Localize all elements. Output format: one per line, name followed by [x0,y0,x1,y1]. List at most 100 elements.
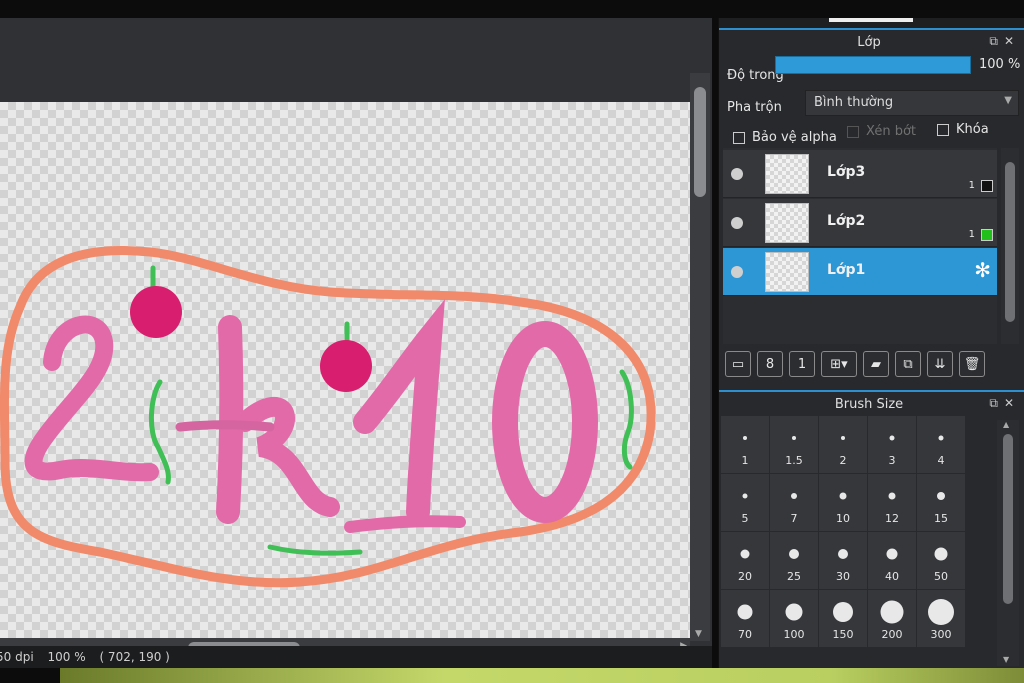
brush-dot-icon [928,599,954,625]
layer-number: 1 [968,229,975,240]
clipping-checkbox[interactable]: Xén bớt [847,124,916,139]
layer-name: Lớp1 [827,262,866,278]
opacity-slider[interactable] [775,56,971,74]
brush-size-label: 1.5 [785,454,803,467]
brush-size-label: 5 [741,512,749,525]
brush-size-1[interactable]: 1 [721,416,769,473]
brush-size-300[interactable]: 300 [917,590,965,647]
brush-size-70[interactable]: 70 [721,590,769,647]
brush-size-25[interactable]: 25 [770,532,818,589]
brush-dot-icon [743,436,747,440]
layer-list-scrollbar[interactable] [1001,148,1019,344]
new-layer-icon[interactable]: ▭ [725,351,751,377]
scroll-down-icon[interactable]: ▼ [695,629,702,639]
protect-alpha-label: Bảo vệ alpha [752,130,837,145]
layer-row-lop2[interactable]: Lớp2 1 [723,199,997,247]
checkbox-box[interactable] [847,125,859,138]
checkbox-box[interactable] [733,131,745,144]
brush-size-label: 25 [787,570,801,583]
brush-size-3[interactable]: 3 [868,416,916,473]
brush-size-label: 30 [836,570,850,583]
lock-checkbox[interactable]: Khóa [937,122,989,137]
brush-dot-icon [937,492,945,500]
gear-icon[interactable]: ✻ [974,258,991,282]
merge-layer-icon[interactable]: ⇊ [927,351,953,377]
folder-icon[interactable]: ▰ [863,351,889,377]
vertical-scroll-thumb[interactable] [694,87,706,197]
brush-dot-icon [841,436,845,440]
protect-alpha-checkbox[interactable]: Bảo vệ alpha [733,130,837,145]
panel-top-tab[interactable] [829,18,913,22]
visibility-icon[interactable] [731,266,743,278]
brush-panel-tools: ⧉ ✕ [983,396,1014,411]
brush-dot-icon [938,435,944,441]
brush-size-grid: 1 1.5 2 3 4 5 7 10 12 15 20 25 30 40 50 70 100 150 200 300 [721,416,967,648]
blend-label: Pha trộn [727,100,782,115]
chevron-down-icon: ▼ [1004,95,1012,106]
brush-size-200[interactable]: 200 [868,590,916,647]
checkbox-box[interactable] [937,123,949,136]
layer-row-lop3[interactable]: Lớp3 1 [723,150,997,198]
layer-toolbar: ▭ 8 1 ⊞▾ ▰ ⧉ ⇊ 🗑 [723,348,1021,380]
brush-dot-icon [785,603,803,621]
brush-size-label: 100 [783,628,805,641]
underline-pink [344,515,466,533]
status-coords: ( 702, 190 ) [99,650,170,664]
new-layer-8bit-icon[interactable]: 8 [757,351,783,377]
detach-icon[interactable]: ⧉ [989,396,998,410]
brush-size-40[interactable]: 40 [868,532,916,589]
scroll-down-icon[interactable]: ▼ [1003,655,1009,664]
detach-icon[interactable]: ⧉ [989,34,998,48]
brush-dot-icon [742,493,748,499]
brush-size-10[interactable]: 10 [819,474,867,531]
brush-size-7[interactable]: 7 [770,474,818,531]
brush-size-label: 4 [937,454,945,467]
brush-size-5[interactable]: 5 [721,474,769,531]
layer-row-lop1[interactable]: Lớp1 ✻ [723,248,997,296]
brush-size-50[interactable]: 50 [917,532,965,589]
right-panel: Lớp ⧉ ✕ Độ trong 100 % Pha trộn Bình thườ… [718,18,1024,668]
add-layer-menu-icon[interactable]: ⊞▾ [821,351,857,377]
brush-size-100[interactable]: 100 [770,590,818,647]
scroll-up-icon[interactable]: ▲ [1003,420,1009,429]
brush-scroll-thumb[interactable] [1003,434,1013,604]
visibility-icon[interactable] [731,168,743,180]
green-underline [267,544,363,556]
brush-dot-icon [737,604,753,620]
brush-dot-icon [791,493,797,499]
digit-1 [353,299,445,524]
brush-size-4[interactable]: 4 [917,416,965,473]
layer-color-swatch [981,229,993,241]
close-icon[interactable]: ✕ [1004,396,1014,410]
brush-panel-scrollbar[interactable]: ▲ ▼ [997,420,1019,666]
new-layer-1bit-icon[interactable]: 1 [789,351,815,377]
brush-size-1.5[interactable]: 1.5 [770,416,818,473]
blend-mode-select[interactable]: Bình thường ▼ [805,90,1019,116]
brush-size-12[interactable]: 12 [868,474,916,531]
close-icon[interactable]: ✕ [1004,34,1014,48]
canvas-vertical-scrollbar[interactable]: ▼ [690,73,710,641]
brush-size-label: 300 [930,628,952,641]
brush-size-label: 3 [888,454,896,467]
brush-size-15[interactable]: 15 [917,474,965,531]
layer-name: Lớp3 [827,164,866,180]
orange-outline [0,246,656,588]
digit-0 [492,321,598,523]
digit-2 [24,315,159,482]
duplicate-layer-icon[interactable]: ⧉ [895,351,921,377]
layer-panel-tools: ⧉ ✕ [983,34,1014,49]
brush-size-30[interactable]: 30 [819,532,867,589]
brush-size-20[interactable]: 20 [721,532,769,589]
layer-list: Lớp3 1 Lớp2 1 Lớp1 ✻ [723,148,997,344]
status-bar: 50 dpi 100 % ( 702, 190 ) [0,646,712,668]
canvas-artwork [0,246,656,588]
trash-icon[interactable]: 🗑 [959,351,985,377]
layer-scroll-thumb[interactable] [1005,162,1015,322]
brush-size-label: 7 [790,512,798,525]
visibility-icon[interactable] [731,217,743,229]
brush-dot-icon [934,547,948,561]
brush-size-150[interactable]: 150 [819,590,867,647]
drawing-canvas[interactable] [0,102,690,638]
brush-size-label: 10 [836,512,850,525]
brush-size-2[interactable]: 2 [819,416,867,473]
